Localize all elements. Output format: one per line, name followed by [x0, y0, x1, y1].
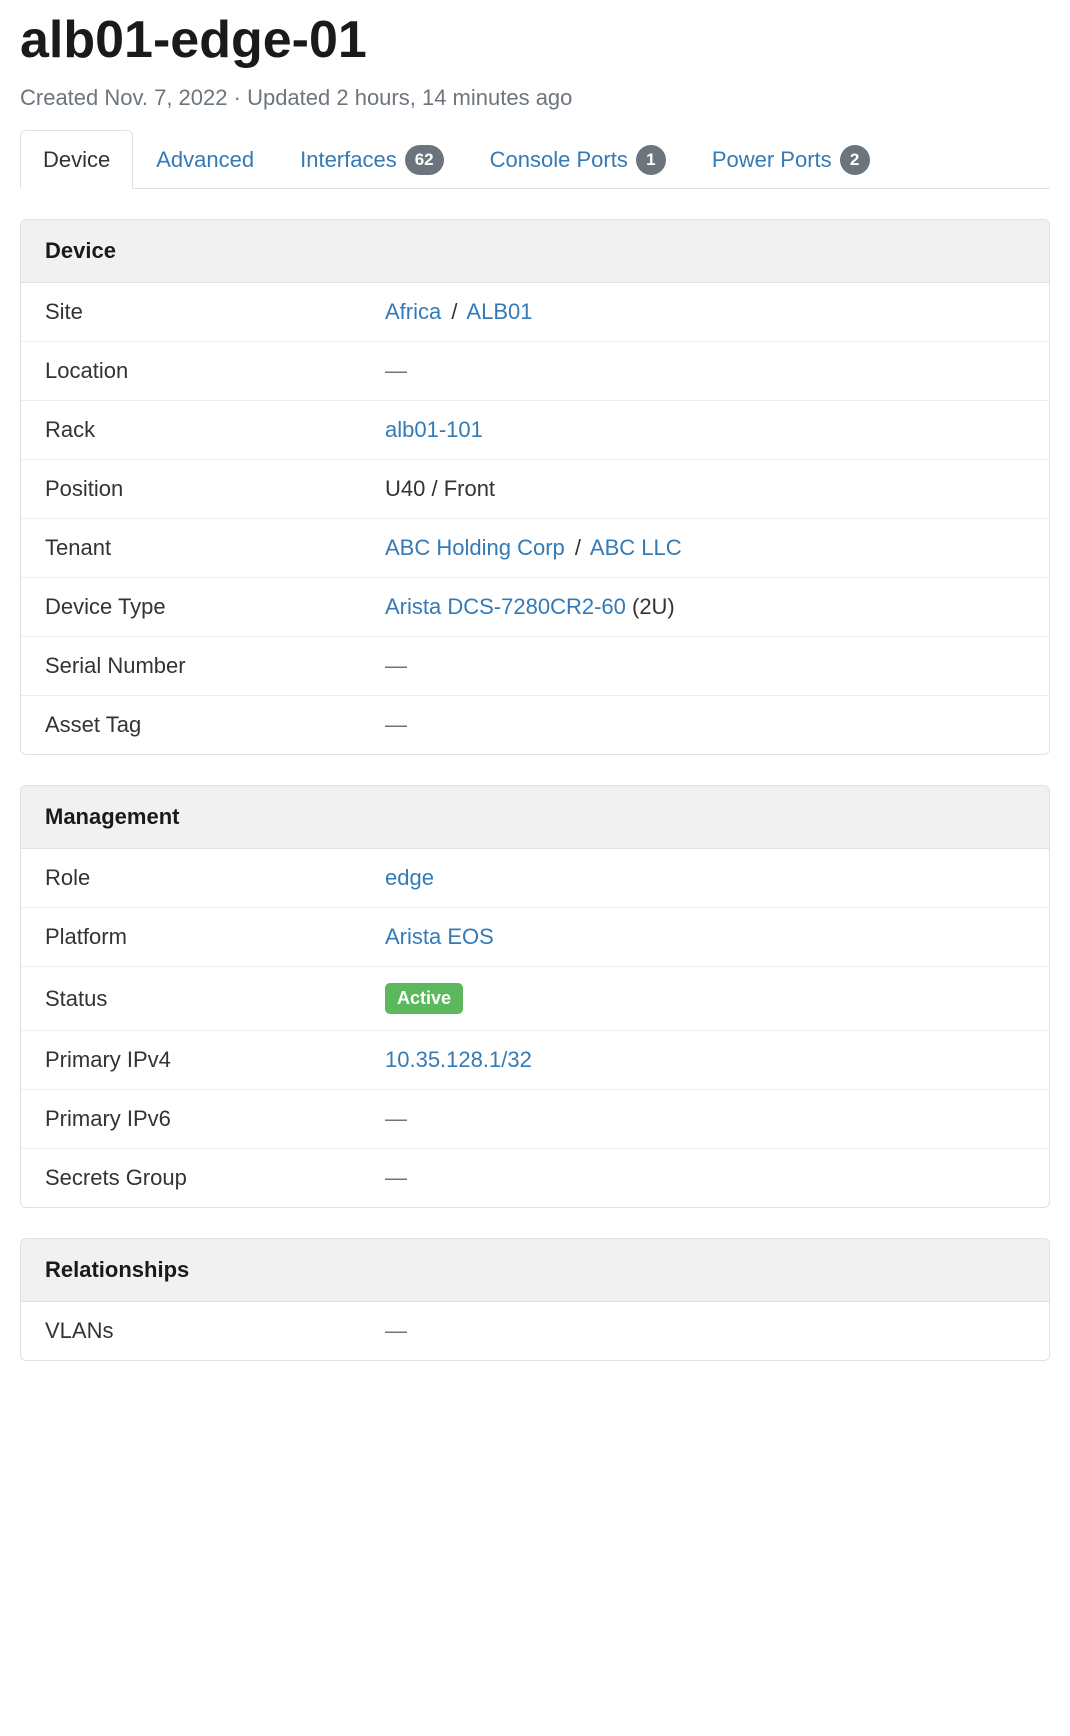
row-status: Status Active [21, 967, 1049, 1031]
tab-advanced-label: Advanced [156, 147, 254, 173]
updated-label: Updated 2 hours, 14 minutes ago [247, 85, 572, 110]
asset-tag-label: Asset Tag [45, 712, 385, 738]
platform-label: Platform [45, 924, 385, 950]
secrets-label: Secrets Group [45, 1165, 385, 1191]
vlans-label: VLANs [45, 1318, 385, 1344]
site-name-link[interactable]: ALB01 [466, 299, 532, 324]
row-tenant: Tenant ABC Holding Corp / ABC LLC [21, 519, 1049, 578]
status-badge: Active [385, 983, 463, 1014]
row-site: Site Africa / ALB01 [21, 283, 1049, 342]
serial-label: Serial Number [45, 653, 385, 679]
relationships-panel: Relationships VLANs — [20, 1238, 1050, 1361]
tab-console-ports-badge: 1 [636, 145, 666, 175]
position-label: Position [45, 476, 385, 502]
tenant-name-link[interactable]: ABC LLC [590, 535, 682, 560]
platform-link[interactable]: Arista EOS [385, 924, 494, 949]
tab-power-ports-label: Power Ports [712, 147, 832, 173]
row-platform: Platform Arista EOS [21, 908, 1049, 967]
tab-device-label: Device [43, 147, 110, 173]
tenant-label: Tenant [45, 535, 385, 561]
tab-console-ports-label: Console Ports [490, 147, 628, 173]
row-ipv4: Primary IPv4 10.35.128.1/32 [21, 1031, 1049, 1090]
row-device-type: Device Type Arista DCS-7280CR2-60 (2U) [21, 578, 1049, 637]
row-position: Position U40 / Front [21, 460, 1049, 519]
row-rack: Rack alb01-101 [21, 401, 1049, 460]
device-panel-header: Device [21, 220, 1049, 283]
ipv6-label: Primary IPv6 [45, 1106, 385, 1132]
site-region-link[interactable]: Africa [385, 299, 441, 324]
row-ipv6: Primary IPv6 — [21, 1090, 1049, 1149]
relationships-panel-header: Relationships [21, 1239, 1049, 1302]
device-type-suffix: (2U) [626, 594, 675, 619]
tab-advanced[interactable]: Advanced [133, 130, 277, 189]
row-serial: Serial Number — [21, 637, 1049, 696]
role-label: Role [45, 865, 385, 891]
row-role: Role edge [21, 849, 1049, 908]
tab-console-ports[interactable]: Console Ports 1 [467, 130, 689, 189]
row-vlans: VLANs — [21, 1302, 1049, 1360]
ipv4-label: Primary IPv4 [45, 1047, 385, 1073]
tab-interfaces-badge: 62 [405, 145, 444, 175]
management-panel: Management Role edge Platform Arista EOS… [20, 785, 1050, 1208]
tab-power-ports-badge: 2 [840, 145, 870, 175]
rack-label: Rack [45, 417, 385, 443]
asset-tag-value: — [385, 712, 407, 737]
metadata-subtitle: Created Nov. 7, 2022 · Updated 2 hours, … [20, 85, 1050, 111]
nav-tabs: Device Advanced Interfaces 62 Console Po… [20, 129, 1050, 189]
tab-power-ports[interactable]: Power Ports 2 [689, 130, 893, 189]
device-panel: Device Site Africa / ALB01 Location — Ra… [20, 219, 1050, 755]
status-label: Status [45, 986, 385, 1012]
row-location: Location — [21, 342, 1049, 401]
device-type-label: Device Type [45, 594, 385, 620]
tab-interfaces[interactable]: Interfaces 62 [277, 130, 467, 189]
rack-link[interactable]: alb01-101 [385, 417, 483, 442]
row-asset-tag: Asset Tag — [21, 696, 1049, 754]
row-secrets: Secrets Group — [21, 1149, 1049, 1207]
ipv4-link[interactable]: 10.35.128.1/32 [385, 1047, 532, 1072]
location-label: Location [45, 358, 385, 384]
secrets-value: — [385, 1165, 407, 1190]
page-title: alb01-edge-01 [20, 10, 1050, 70]
role-link[interactable]: edge [385, 865, 434, 890]
created-label: Created Nov. 7, 2022 [20, 85, 228, 110]
vlans-value: — [385, 1318, 407, 1343]
location-value: — [385, 358, 407, 383]
position-value: U40 / Front [385, 476, 495, 501]
site-label: Site [45, 299, 385, 325]
tenant-group-link[interactable]: ABC Holding Corp [385, 535, 565, 560]
ipv6-value: — [385, 1106, 407, 1131]
device-type-link[interactable]: Arista DCS-7280CR2-60 [385, 594, 626, 619]
management-panel-header: Management [21, 786, 1049, 849]
tab-interfaces-label: Interfaces [300, 147, 397, 173]
serial-value: — [385, 653, 407, 678]
tab-device[interactable]: Device [20, 130, 133, 189]
